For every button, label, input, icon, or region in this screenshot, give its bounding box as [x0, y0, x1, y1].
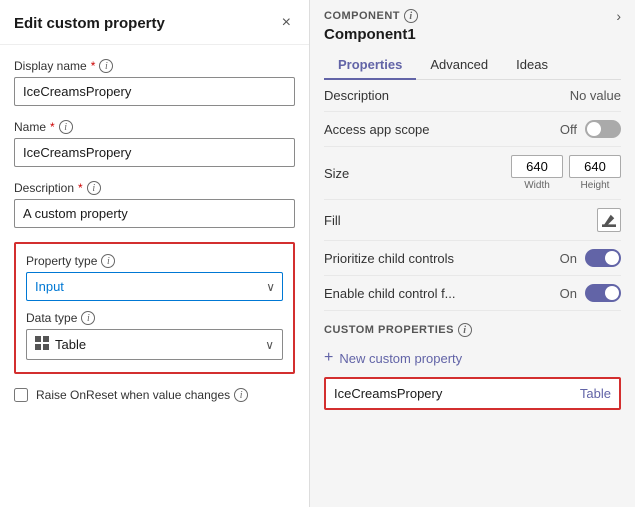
prop-row-access-app-scope: Access app scope Off: [324, 112, 621, 147]
data-type-chevron-icon: ∨: [265, 338, 274, 352]
custom-prop-type: Table: [580, 386, 611, 401]
component-chevron-icon[interactable]: ›: [616, 8, 621, 24]
prop-row-prioritize: Prioritize child controls On: [324, 241, 621, 276]
prop-enable-child-label: Enable child control f...: [324, 286, 456, 301]
left-panel: Edit custom property × Display name * i …: [0, 0, 310, 507]
size-inputs: 640 Width 640 Height: [511, 155, 621, 191]
property-type-section: Property type i Input ∨ Data type i: [14, 242, 295, 374]
property-type-select[interactable]: Input: [26, 272, 283, 301]
size-height-input[interactable]: 640: [569, 155, 621, 178]
table-icon: [35, 336, 49, 353]
display-name-info-icon[interactable]: i: [99, 59, 113, 73]
component-label: COMPONENT i: [324, 9, 418, 23]
prioritize-toggle[interactable]: [585, 249, 621, 267]
display-name-label: Display name * i: [14, 59, 295, 73]
property-type-select-wrapper: Input ∨: [26, 272, 283, 301]
prop-row-size: Size 640 Width 640 Height: [324, 147, 621, 200]
prop-access-right: Off: [560, 120, 621, 138]
component-name: Component1: [324, 26, 621, 43]
plus-icon: +: [324, 349, 333, 367]
prop-access-value: Off: [560, 122, 577, 137]
left-header: Edit custom property ×: [0, 0, 309, 45]
raise-on-reset-row: Raise OnReset when value changes i: [14, 388, 295, 402]
prop-fill-label: Fill: [324, 213, 404, 228]
name-label: Name * i: [14, 120, 295, 134]
property-type-label: Property type i: [26, 254, 283, 268]
prop-description-label: Description: [324, 88, 404, 103]
component-info-icon[interactable]: i: [404, 9, 418, 23]
prop-enable-child-right: On: [560, 284, 621, 302]
custom-properties-info-icon[interactable]: i: [458, 323, 472, 337]
fill-value-button[interactable]: [597, 208, 621, 232]
prop-row-fill: Fill: [324, 200, 621, 241]
prop-size-label: Size: [324, 166, 404, 181]
custom-prop-name: IceCreamsPropery: [334, 386, 442, 401]
prop-access-label: Access app scope: [324, 122, 430, 137]
size-width-group: 640 Width: [511, 155, 563, 191]
raise-on-reset-info-icon[interactable]: i: [234, 388, 248, 402]
description-label: Description * i: [14, 181, 295, 195]
left-panel-title: Edit custom property: [14, 15, 165, 32]
property-type-info-icon[interactable]: i: [101, 254, 115, 268]
display-name-group: Display name * i: [14, 59, 295, 106]
tab-properties[interactable]: Properties: [324, 51, 416, 80]
property-type-group: Property type i Input ∨: [26, 254, 283, 301]
prop-row-description: Description No value: [324, 80, 621, 112]
component-label-row: COMPONENT i ›: [324, 8, 621, 24]
right-header: COMPONENT i › Component1 Properties Adva…: [310, 0, 635, 80]
data-type-info-icon[interactable]: i: [81, 311, 95, 325]
raise-on-reset-label: Raise OnReset when value changes i: [36, 388, 248, 402]
description-input[interactable]: [14, 199, 295, 228]
access-scope-toggle-knob: [587, 122, 601, 136]
data-type-select-wrapper: Table ∨: [26, 329, 283, 360]
tabs-row: Properties Advanced Ideas: [324, 51, 621, 80]
name-info-icon[interactable]: i: [59, 120, 73, 134]
tab-advanced[interactable]: Advanced: [416, 51, 502, 80]
data-type-label: Data type i: [26, 311, 283, 325]
prop-description-value: No value: [570, 88, 621, 103]
data-type-group: Data type i Table: [26, 311, 283, 360]
prop-enable-child-value: On: [560, 286, 577, 301]
right-panel: COMPONENT i › Component1 Properties Adva…: [310, 0, 635, 507]
left-body: Display name * i Name * i Description * …: [0, 45, 309, 507]
display-name-input[interactable]: [14, 77, 295, 106]
prop-prioritize-value: On: [560, 251, 577, 266]
description-info-icon[interactable]: i: [87, 181, 101, 195]
custom-properties-header: CUSTOM PROPERTIES i: [324, 311, 621, 343]
name-group: Name * i: [14, 120, 295, 167]
prop-prioritize-right: On: [560, 249, 621, 267]
name-input[interactable]: [14, 138, 295, 167]
size-width-label: Width: [524, 180, 550, 191]
tab-ideas[interactable]: Ideas: [502, 51, 562, 80]
prop-prioritize-label: Prioritize child controls: [324, 251, 454, 266]
enable-child-toggle-knob: [605, 286, 619, 300]
data-type-select[interactable]: Table ∨: [26, 329, 283, 360]
access-scope-toggle[interactable]: [585, 120, 621, 138]
new-custom-property-row[interactable]: + New custom property: [324, 343, 621, 373]
size-height-group: 640 Height: [569, 155, 621, 191]
raise-on-reset-checkbox[interactable]: [14, 388, 28, 402]
right-body: Description No value Access app scope Of…: [310, 80, 635, 507]
custom-prop-item-icecreams[interactable]: IceCreamsPropery Table: [324, 377, 621, 410]
prioritize-toggle-knob: [605, 251, 619, 265]
enable-child-toggle[interactable]: [585, 284, 621, 302]
description-group: Description * i: [14, 181, 295, 228]
prop-row-enable-child: Enable child control f... On: [324, 276, 621, 311]
size-width-input[interactable]: 640: [511, 155, 563, 178]
size-height-label: Height: [581, 180, 610, 191]
close-button[interactable]: ×: [278, 12, 295, 34]
